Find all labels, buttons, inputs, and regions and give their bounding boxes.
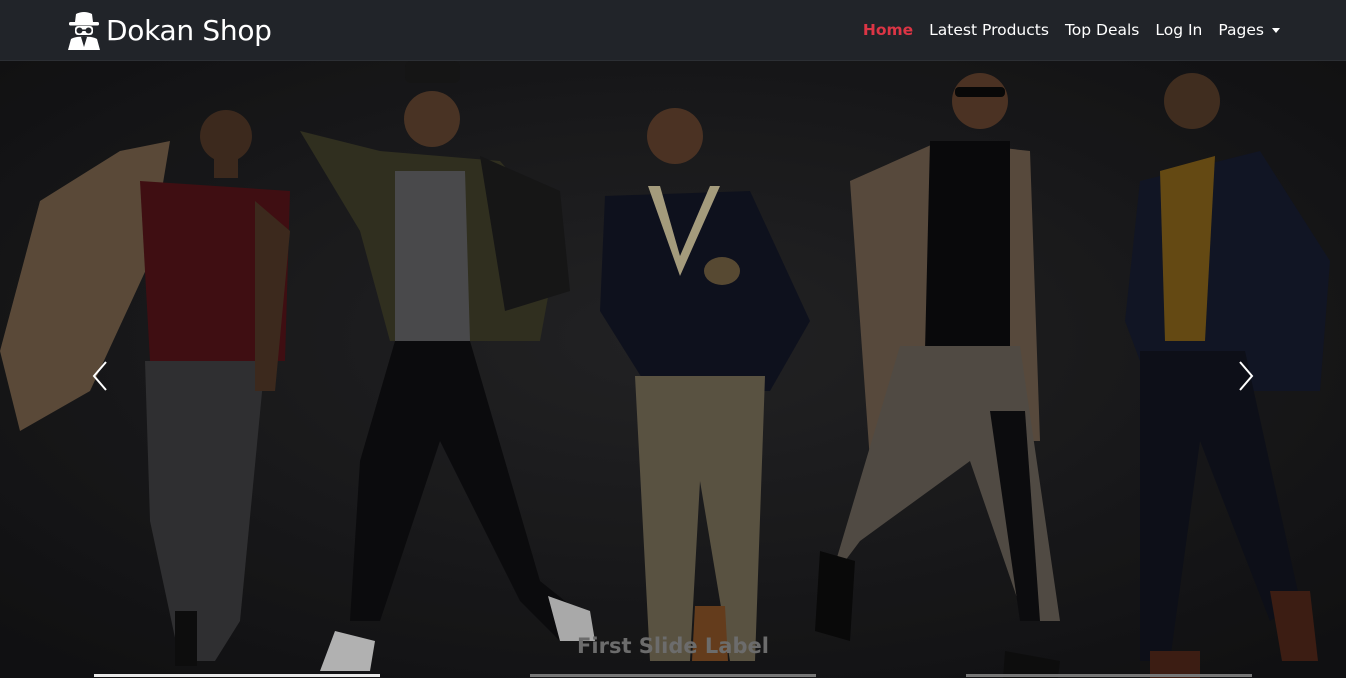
pages-dropdown-toggle[interactable]: Pages [1218,21,1280,39]
nav-item-latest-products: Latest Products [929,21,1049,39]
chevron-left-icon [92,361,107,391]
nav-link-latest-products[interactable]: Latest Products [929,21,1049,39]
chevron-right-icon [1239,361,1254,391]
nav-item-home: Home [863,21,913,39]
nav-link-log-in[interactable]: Log In [1155,21,1202,39]
carousel-indicator-1[interactable] [94,674,380,677]
slide-caption: First Slide Label [577,634,769,658]
nav-links: Home Latest Products Top Deals Log In Pa… [847,0,1280,60]
pages-dropdown-label: Pages [1218,21,1264,39]
caret-down-icon [1272,27,1280,33]
hero-carousel: First Slide Label [0,61,1346,678]
carousel-indicator-3[interactable] [966,674,1252,677]
brand-link[interactable]: Dokan Shop [66,7,272,53]
navbar: Dokan Shop Home Latest Products Top Deal… [0,0,1346,61]
slide-overlay [0,61,1346,678]
spy-agent-icon [68,12,100,50]
nav-item-pages: Pages [1218,21,1280,39]
carousel-prev-button[interactable] [86,351,114,401]
carousel-indicators [0,674,1346,678]
nav-link-home[interactable]: Home [863,21,913,39]
nav-item-top-deals: Top Deals [1065,21,1139,39]
brand-name: Dokan Shop [106,13,272,47]
carousel-slide-1 [0,61,1346,678]
carousel-indicator-2[interactable] [530,674,816,677]
nav-link-top-deals[interactable]: Top Deals [1065,21,1139,39]
carousel-next-button[interactable] [1232,351,1260,401]
nav-item-log-in: Log In [1155,21,1202,39]
